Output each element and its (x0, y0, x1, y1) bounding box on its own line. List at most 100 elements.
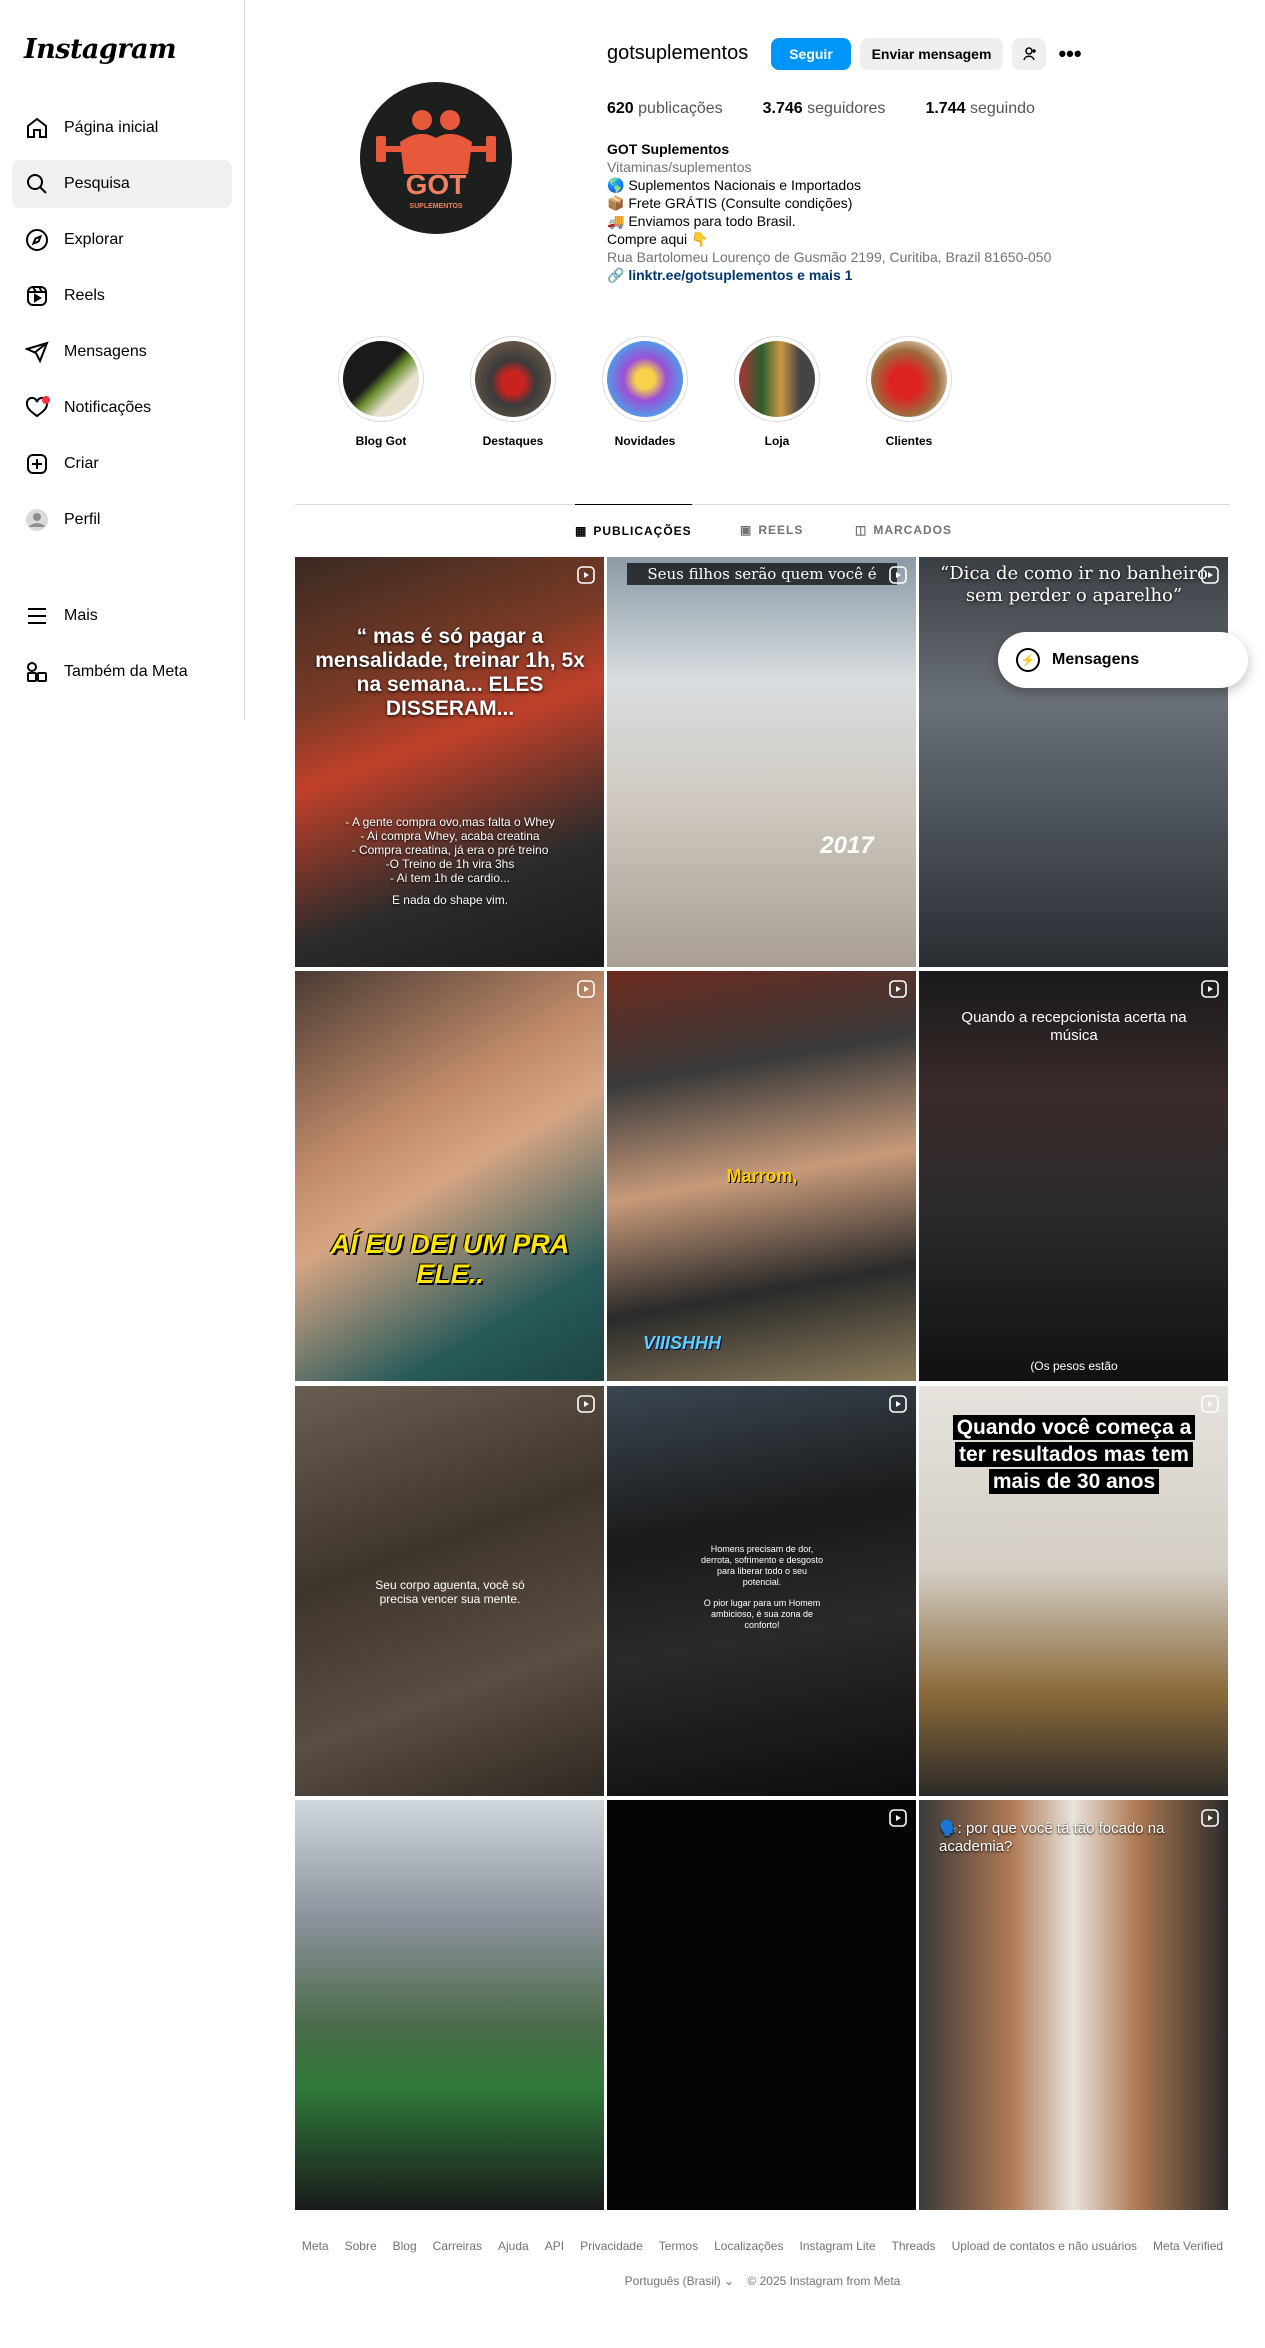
footer-link[interactable]: Instagram Lite (799, 2239, 875, 2253)
highlight-label: Blog Got (355, 434, 407, 448)
tag-icon: ◫ (855, 523, 868, 537)
bio-link[interactable]: 🔗 linktr.ee/gotsuplementos e mais 1 (607, 266, 1051, 284)
footer-link[interactable]: Meta (302, 2239, 329, 2253)
post-tile[interactable]: “ mas é só pagar a mensalidade, treinar … (295, 557, 604, 967)
grid-icon: ▦ (575, 523, 588, 538)
reel-icon (1201, 566, 1219, 584)
footer-link[interactable]: Upload de contatos e não usuários (952, 2239, 1137, 2253)
sidebar-item-label: Reels (64, 287, 105, 304)
notification-dot (42, 396, 50, 404)
reel-icon (889, 980, 907, 998)
bio-address[interactable]: Rua Bartolomeu Lourenço de Gusmão 2199, … (607, 248, 1051, 266)
sidebar-item-search[interactable]: Pesquisa (12, 160, 232, 208)
post-tile[interactable]: Quando a recepcionista acerta na música … (919, 971, 1228, 1381)
language-selector[interactable]: Português (Brasil) ⌄ (625, 2274, 734, 2288)
post-caption: Quando você começa a ter resultados mas … (939, 1414, 1209, 1495)
footer-link[interactable]: Termos (659, 2239, 698, 2253)
sidebar-item-explore[interactable]: Explorar (12, 216, 232, 264)
add-user-icon (1023, 47, 1036, 61)
link-icon: 🔗 (607, 267, 629, 283)
post-tile[interactable]: “Dica de como ir no banheiro sem perder … (919, 557, 1228, 967)
sidebar-item-more[interactable]: Mais (12, 592, 232, 640)
chevron-down-icon: ⌄ (724, 2274, 735, 2288)
footer-link[interactable]: Sobre (345, 2239, 377, 2253)
sidebar: Instagram Página inicial Pesquisa Explor… (0, 0, 245, 720)
sidebar-item-home[interactable]: Página inicial (12, 104, 232, 152)
reels-icon (24, 283, 50, 309)
post-caption: Seus filhos serão quem você é (627, 563, 897, 585)
footer-bottom: Português (Brasil) ⌄ © 2025 Instagram fr… (295, 2274, 1230, 2288)
highlight-clientes[interactable]: Clientes (864, 336, 954, 448)
bio-line: 📦 Frete GRÁTIS (Consulte condições) (607, 195, 853, 211)
sidebar-item-reels[interactable]: Reels (12, 272, 232, 320)
bio-category: Vitaminas/suplementos (607, 159, 752, 175)
tab-tagged[interactable]: ◫ MARCADOS (855, 504, 952, 556)
more-options-button[interactable]: ••• (1054, 38, 1086, 70)
profile-avatar[interactable]: GOT SUPLEMENTOS (360, 82, 512, 234)
footer-link[interactable]: Localizações (714, 2239, 783, 2253)
send-icon (24, 339, 50, 365)
reel-icon (1201, 1395, 1219, 1413)
posts-stat[interactable]: 620 publicações (607, 100, 723, 118)
following-stat[interactable]: 1.744 seguindo (925, 100, 1034, 118)
highlight-label: Loja (764, 434, 790, 448)
post-tile[interactable]: Homens precisam de dor, derrota, sofrime… (607, 1386, 916, 1796)
avatar-icon (24, 507, 50, 533)
post-caption: Quando a recepcionista acerta na música (961, 1009, 1187, 1044)
tab-reels[interactable]: ▣ REELS (740, 504, 803, 556)
sidebar-item-notifications[interactable]: Notificações (12, 384, 232, 432)
footer-link[interactable]: Threads (892, 2239, 936, 2253)
highlight-novidades[interactable]: Novidades (600, 336, 690, 448)
reel-icon (577, 980, 595, 998)
post-tile[interactable]: AÍ EU DEI UM PRA ELE.. (295, 971, 604, 1381)
post-tile[interactable]: 🗣️: por que você tá tão focado na academ… (919, 1800, 1228, 2210)
footer-link[interactable]: Privacidade (580, 2239, 643, 2253)
post-caption: Seu corpo aguenta, você só precisa vence… (375, 1578, 525, 1606)
reel-icon (577, 566, 595, 584)
bio-line: 🚚 Enviamos para todo Brasil. (607, 213, 796, 229)
reel-icon (889, 1395, 907, 1413)
tab-posts[interactable]: ▦ PUBLICAÇÕES (575, 504, 692, 556)
profile-bio: GOT Suplementos Vitaminas/suplementos 🌎 … (607, 140, 1051, 284)
profile-username: gotsuplementos (607, 42, 749, 64)
sidebar-item-label: Criar (64, 455, 99, 472)
sidebar-item-create[interactable]: Criar (12, 440, 232, 488)
copyright: © 2025 Instagram from Meta (747, 2274, 901, 2288)
highlight-label: Novidades (614, 434, 676, 448)
sidebar-item-profile[interactable]: Perfil (12, 496, 232, 544)
post-tile[interactable]: Seu corpo aguenta, você só precisa vence… (295, 1386, 604, 1796)
footer-link[interactable]: Blog (393, 2239, 417, 2253)
compass-icon (24, 227, 50, 253)
post-caption: “Dica de como ir no banheiro sem perder … (940, 563, 1208, 606)
post-caption-bottom: (Os pesos estão (1030, 1359, 1118, 1373)
floating-messages-button[interactable]: ⚡ Mensagens (998, 632, 1248, 688)
ellipsis-icon: ••• (1058, 41, 1082, 66)
bio-name: GOT Suplementos (607, 141, 730, 157)
send-message-button[interactable]: Enviar mensagem (860, 38, 1003, 70)
highlight-loja[interactable]: Loja (732, 336, 822, 448)
sidebar-item-label: Página inicial (64, 119, 159, 136)
search-icon (24, 171, 50, 197)
highlight-blog[interactable]: Blog Got (336, 336, 426, 448)
post-tile[interactable] (607, 1800, 916, 2210)
followers-stat[interactable]: 3.746 seguidores (763, 100, 886, 118)
footer-link[interactable]: Meta Verified (1153, 2239, 1223, 2253)
reels-icon: ▣ (740, 523, 753, 537)
sidebar-item-messages[interactable]: Mensagens (12, 328, 232, 376)
highlight-destaques[interactable]: Destaques (468, 336, 558, 448)
follow-button[interactable]: Seguir (771, 38, 851, 70)
post-tile[interactable] (295, 1800, 604, 2210)
sidebar-item-meta[interactable]: Também da Meta (12, 648, 232, 696)
footer-link[interactable]: Ajuda (498, 2239, 529, 2253)
logo-letters: GOT (406, 169, 467, 200)
instagram-logo[interactable]: Instagram (24, 34, 177, 65)
reel-icon (577, 1395, 595, 1413)
post-tile[interactable]: Quando você começa a ter resultados mas … (919, 1386, 1228, 1796)
floating-messages-label: Mensagens (1052, 651, 1140, 668)
suggest-user-button[interactable] (1012, 38, 1046, 70)
post-tile[interactable]: Marrom, VIIISHHH (607, 971, 916, 1381)
post-tile[interactable]: Seus filhos serão quem você é 2017 (607, 557, 916, 967)
post-caption: “ mas é só pagar a mensalidade, treinar … (315, 625, 585, 720)
footer-link[interactable]: API (545, 2239, 564, 2253)
footer-link[interactable]: Carreiras (433, 2239, 482, 2253)
